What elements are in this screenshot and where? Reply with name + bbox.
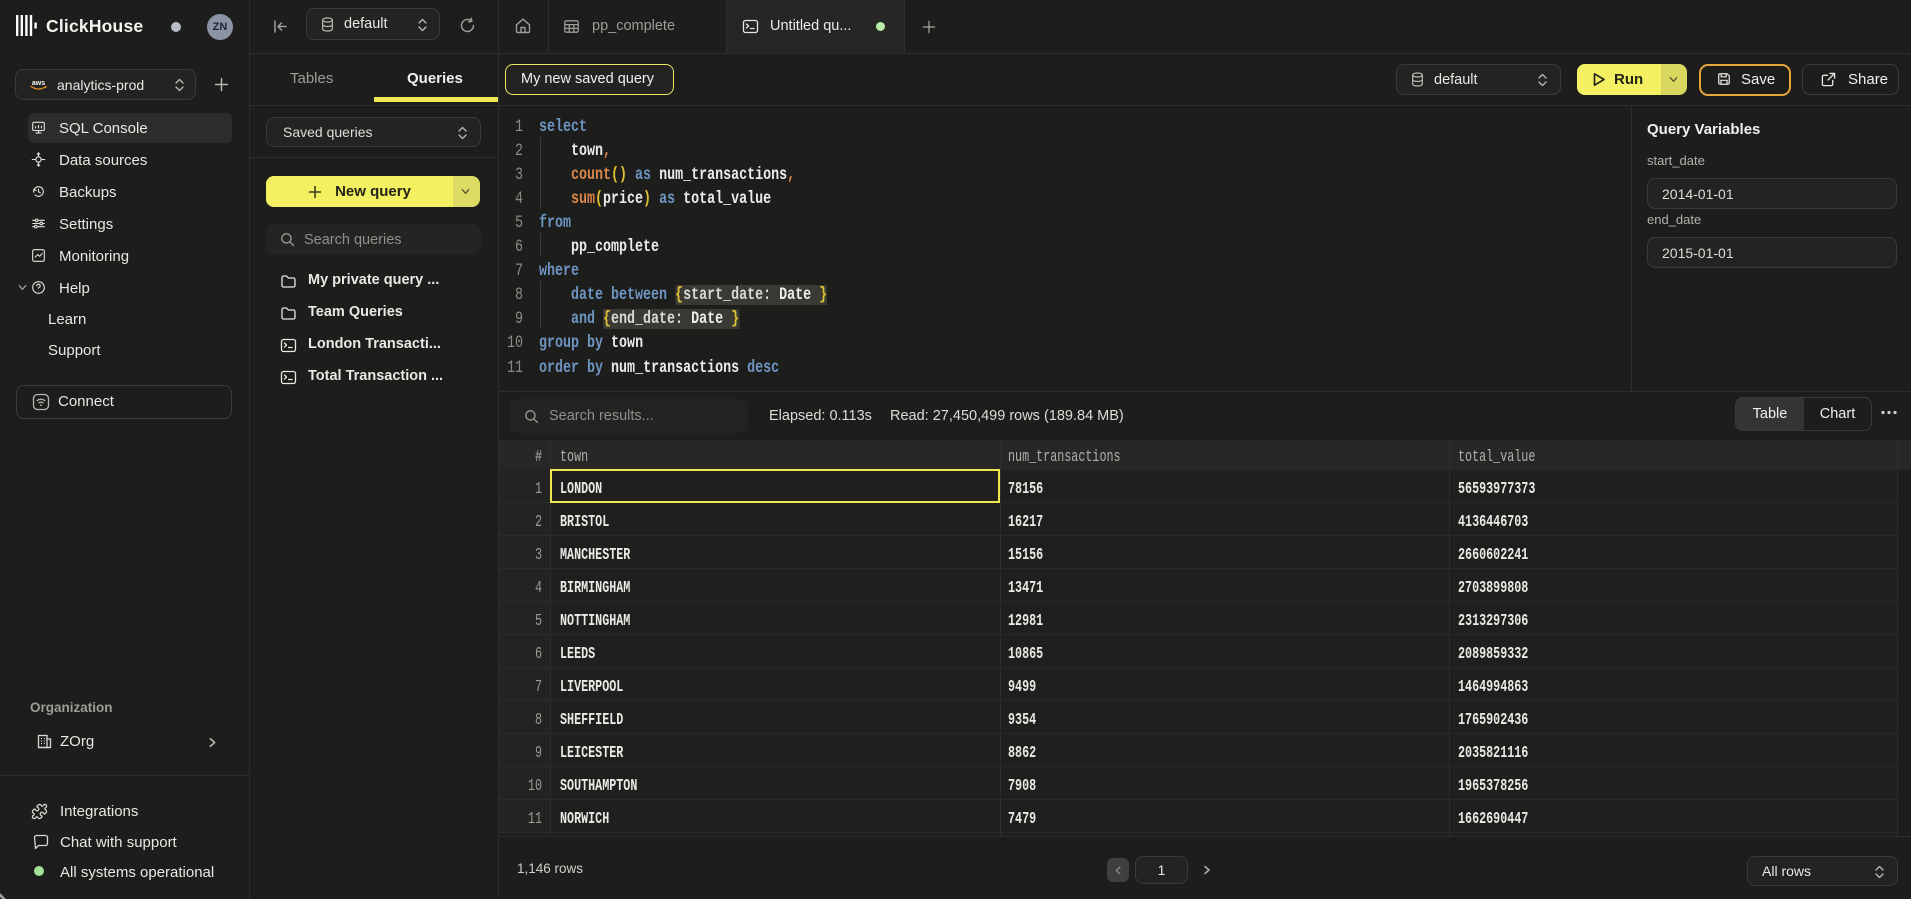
svg-text:aws: aws	[32, 80, 45, 87]
